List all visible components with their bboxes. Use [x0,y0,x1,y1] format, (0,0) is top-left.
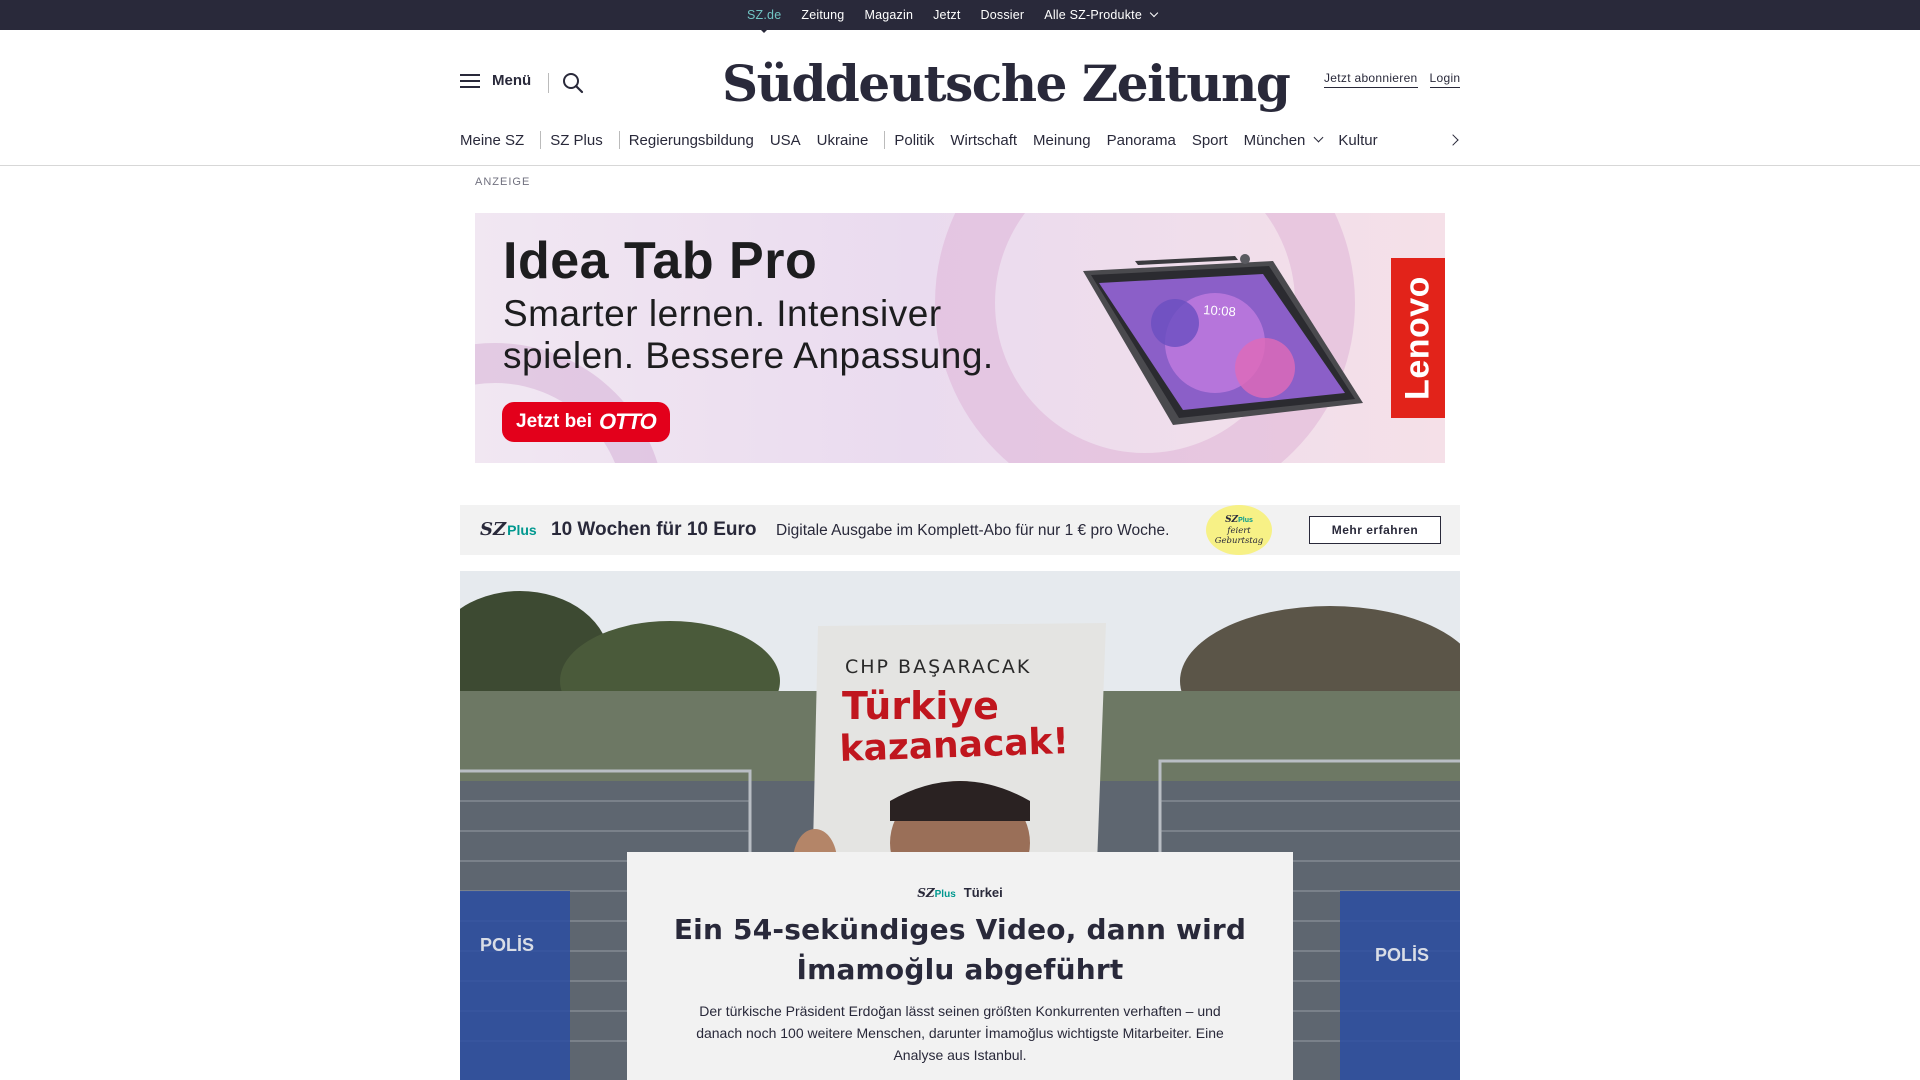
product-nav: SZ.de Zeitung Magazin Jetzt Dossier Alle… [747,0,1177,33]
account-links: Jetzt abonnieren Login [1312,71,1461,88]
barrier-label: POLİS [1375,945,1429,965]
ad-banner[interactable]: Idea Tab Pro Smarter lernen. Intensiver … [475,213,1445,463]
search-button[interactable] [561,71,585,95]
ad-subtitle-line: spielen. Bessere Anpassung. [503,335,994,376]
menu-label: Menü [492,72,532,89]
site-logo[interactable]: Süddeutsche Zeitung [722,48,1291,120]
nav-item-regierungsbildung[interactable]: Regierungsbildung [629,132,754,149]
ad-title: Idea Tab Pro [503,232,818,290]
nav-divider [540,131,542,149]
hero-teaser-card[interactable]: SZPlus Türkei Ein 54-sekündiges Video, d… [627,852,1293,1080]
tablet-image: 10:08 [1083,254,1363,425]
sign-text: kazanacak! [839,721,1070,770]
nav-item-ukraine[interactable]: Ukraine [817,132,869,149]
ad-cta-label: Jetzt bei [516,411,593,432]
nav-item-panorama[interactable]: Panorama [1107,132,1176,149]
nav-item-meine-sz[interactable]: Meine SZ [460,132,524,149]
ad-label: ANZEIGE [475,176,531,188]
chevron-down-icon [1313,132,1324,143]
tablet-clock: 10:08 [1203,302,1237,319]
nav-item-sport[interactable]: Sport [1192,132,1228,149]
menu-button[interactable]: Menü [460,72,531,89]
nav-item-muenchen[interactable]: München [1244,132,1324,149]
nav-item-kultur[interactable]: Kultur [1338,132,1377,149]
sz-plus-logo: SZPlus [917,885,956,900]
hero-article[interactable]: POLİS POLİS CHP BAŞARACAK Türkiye kazana… [460,571,1460,1080]
nav-item-usa[interactable]: USA [770,132,801,149]
hamburger-icon [460,73,480,89]
login-link[interactable]: Login [1429,71,1461,88]
subscribe-link[interactable]: Jetzt abonnieren [1324,71,1418,88]
divider [548,73,549,93]
nav-item-wirtschaft[interactable]: Wirtschaft [950,132,1017,149]
search-icon [563,73,584,94]
product-link-alle-produkte[interactable]: Alle SZ-Produkte [1044,8,1159,22]
chevron-down-icon [1149,8,1159,18]
site-header: Menü Süddeutsche Zeitung Jetzt abonniere… [0,30,1920,166]
top-bar: SZ.de Zeitung Magazin Jetzt Dossier Alle… [0,0,1920,33]
lenovo-logo: Lenovo [1391,258,1445,418]
more-info-button[interactable]: Mehr erfahren [1309,516,1441,544]
nav-item-politik[interactable]: Politik [894,132,934,149]
nav-item-meinung[interactable]: Meinung [1033,132,1091,149]
promo-text: Digitale Ausgabe im Komplett-Abo für nur… [776,522,1170,539]
product-link-jetzt[interactable]: Jetzt [933,8,960,22]
nav-divider [618,131,620,149]
sign-text: Türkiye [842,684,999,728]
article-teaser-text: Der türkische Präsident Erdoğan lässt se… [696,1003,1224,1063]
promo-headline: 10 Wochen für 10 Euro [551,519,757,540]
main-nav: Meine SZ SZ Plus Regierungsbildung USA U… [460,128,1394,152]
otto-logo: OTTO [599,409,657,434]
sz-plus-logo: SZPlus [480,519,537,540]
ad-subtitle-line: Smarter lernen. Intensiver [503,293,942,334]
nav-divider [884,131,886,149]
product-link-dossier[interactable]: Dossier [981,8,1025,22]
birthday-badge: SZPlus feiert Geburtstag [1206,505,1272,555]
ad-subtitle: Smarter lernen. Intensiver spielen. Bess… [503,293,994,377]
sz-plus-promo: SZPlus 10 Wochen für 10 Euro Digitale Au… [460,505,1460,555]
sign-text: CHP BAŞARACAK [845,656,1031,678]
nav-scroll-right-button[interactable] [1448,133,1460,147]
topic-label: Türkei [963,885,1003,900]
product-link-sz-de[interactable]: SZ.de [747,8,781,33]
article-headline[interactable]: Ein 54-sekündiges Video, dann wird İmamo… [660,910,1260,990]
teaser-kicker: SZPlus Türkei [627,885,1293,900]
ad-cta-button[interactable]: Jetzt bei OTTO [502,402,670,442]
product-link-magazin[interactable]: Magazin [864,8,913,22]
product-link-zeitung[interactable]: Zeitung [801,8,844,22]
nav-item-sz-plus[interactable]: SZ Plus [550,132,603,149]
barrier-label: POLİS [480,935,534,955]
